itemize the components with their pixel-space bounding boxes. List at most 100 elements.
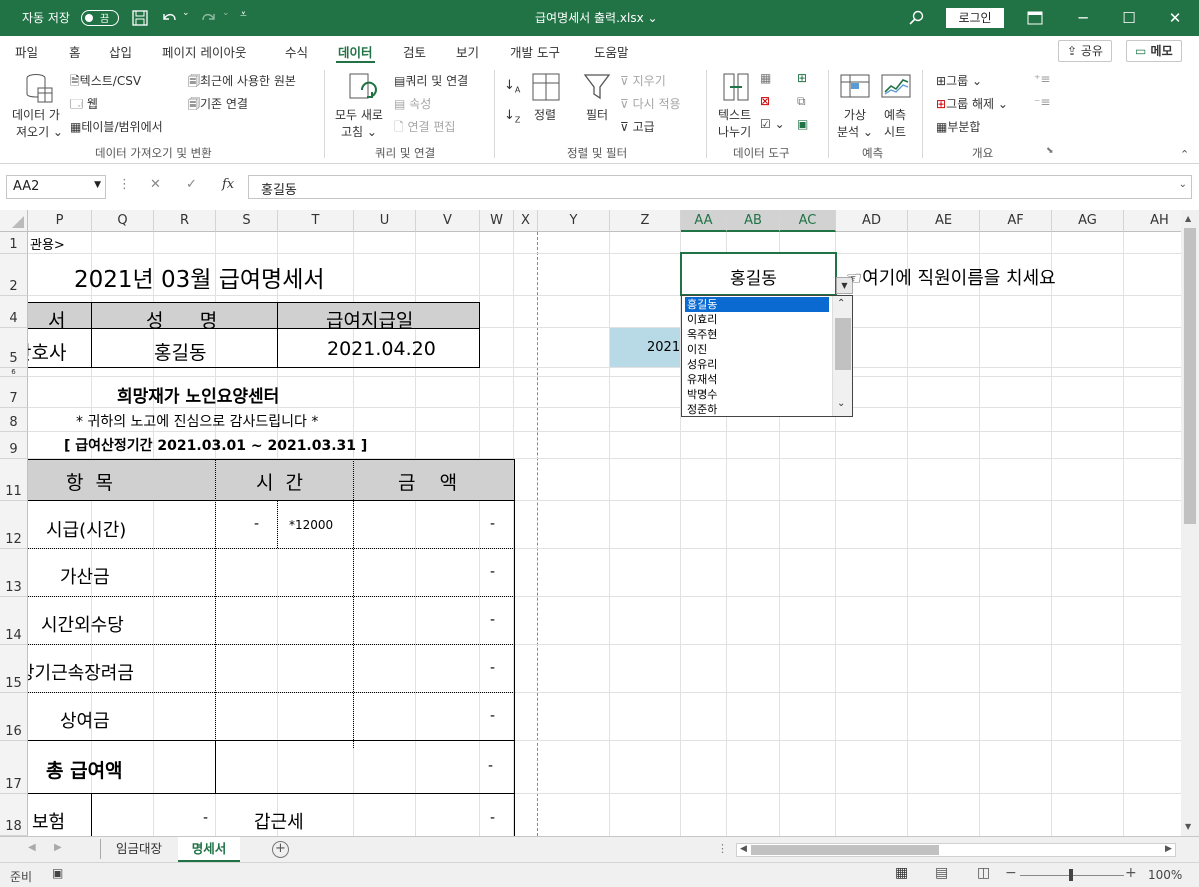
- row-header-14[interactable]: 14: [0, 597, 28, 645]
- dropdown-option[interactable]: 정준하: [685, 402, 829, 415]
- share-button[interactable]: ⇪ 공유: [1058, 40, 1112, 62]
- row-header-6[interactable]: 6: [0, 368, 28, 377]
- col-header-aa[interactable]: AA: [681, 210, 727, 232]
- scroll-down-icon[interactable]: ▼: [1185, 822, 1191, 831]
- select-all-corner[interactable]: [0, 210, 28, 232]
- col-header-x[interactable]: X: [514, 210, 538, 232]
- sort-asc-icon[interactable]: ↓A: [504, 78, 520, 95]
- from-web-button[interactable]: 🗔 웹: [70, 95, 98, 116]
- col-header-r[interactable]: R: [154, 210, 216, 232]
- col-header-z[interactable]: Z: [610, 210, 681, 232]
- scroll-thumb[interactable]: [835, 318, 851, 370]
- save-icon[interactable]: [132, 10, 148, 26]
- cell-p1[interactable]: 관용>: [30, 234, 65, 253]
- from-text-csv-button[interactable]: 🗎텍스트/CSV: [70, 72, 141, 93]
- tab-view[interactable]: 보기: [456, 42, 479, 61]
- sheet-tab-wage-ledger[interactable]: 임금대장: [104, 837, 174, 862]
- tab-formulas[interactable]: 수식: [285, 42, 308, 61]
- dropdown-option[interactable]: 이효리: [685, 312, 829, 327]
- scroll-down-icon[interactable]: ⌄: [837, 398, 845, 409]
- item-label[interactable]: 장기근속장려금: [28, 659, 134, 685]
- enter-icon[interactable]: ✓: [186, 177, 197, 192]
- autosave-toggle[interactable]: 끔: [81, 10, 119, 26]
- greeting-text[interactable]: * 귀하의 노고에 진심으로 감사드립니다 *: [76, 411, 318, 431]
- cell-z5[interactable]: 2021: [610, 328, 680, 367]
- filter-button[interactable]: 필터: [586, 106, 608, 123]
- item-label[interactable]: 상여금: [60, 707, 110, 733]
- prev-sheet-icon[interactable]: ◀: [28, 842, 36, 853]
- tab-home[interactable]: 홈: [69, 42, 81, 61]
- sort-button[interactable]: 정렬: [534, 106, 556, 123]
- search-icon[interactable]: [909, 10, 925, 26]
- col-header-u[interactable]: U: [354, 210, 416, 232]
- active-cell-aa2[interactable]: 홍길동: [680, 252, 837, 296]
- row-header-4[interactable]: 4: [0, 296, 28, 328]
- page-break-view-icon[interactable]: ◫: [977, 865, 990, 881]
- item-amount[interactable]: -: [490, 660, 495, 676]
- cancel-icon[interactable]: ✕: [150, 177, 161, 192]
- flash-fill-icon[interactable]: ▦: [760, 71, 771, 85]
- col-header-af[interactable]: AF: [980, 210, 1052, 232]
- dropdown-option[interactable]: 이진: [685, 342, 829, 357]
- item-amount[interactable]: -: [490, 708, 495, 724]
- col-header-t[interactable]: T: [278, 210, 354, 232]
- validation-dropdown-list[interactable]: 홍길동 이효리 옥주현 이진 성유리 유재석 박명수 정준하 ⌃ ⌄: [681, 295, 853, 417]
- add-sheet-icon[interactable]: +: [272, 841, 289, 858]
- login-button[interactable]: 로그인: [946, 8, 1004, 28]
- dialog-launcher-icon[interactable]: ⬊: [1046, 146, 1054, 156]
- close-icon[interactable]: ✕: [1152, 0, 1198, 36]
- tab-data[interactable]: 데이터: [336, 42, 375, 63]
- memo-button[interactable]: ▭ 메모: [1126, 40, 1182, 62]
- ungroup-button[interactable]: ⊞그룹 해제 ⌄: [936, 95, 1008, 112]
- col-amount-header[interactable]: 금 액: [398, 468, 457, 495]
- get-data-button[interactable]: 데이터 가 져오기 ⌄: [12, 106, 63, 140]
- company-name[interactable]: 희망재가 노인요양센터: [117, 382, 279, 407]
- refresh-all-button[interactable]: 모두 새로 고침 ⌄: [335, 106, 383, 140]
- vertical-scrollbar[interactable]: ▲ ▼: [1181, 210, 1199, 836]
- dropdown-option[interactable]: 성유리: [685, 357, 829, 372]
- sheet-tab-statement[interactable]: 명세서: [178, 837, 240, 862]
- clear-filter-button[interactable]: ⊽ 지우기: [620, 72, 666, 89]
- row-header-18[interactable]: 18: [0, 794, 28, 836]
- edit-links-button[interactable]: 🗋 연결 편집: [394, 118, 455, 139]
- dropdown-scrollbar[interactable]: ⌃ ⌄: [832, 296, 852, 416]
- undo-dropdown-icon[interactable]: ⌄: [182, 8, 190, 18]
- tab-developer[interactable]: 개발 도구: [510, 42, 560, 61]
- properties-button[interactable]: ▤ 속성: [394, 95, 431, 112]
- item-amount[interactable]: -: [490, 516, 495, 532]
- maximize-icon[interactable]: ☐: [1106, 0, 1152, 36]
- row-header-16[interactable]: 16: [0, 693, 28, 741]
- show-detail-icon[interactable]: ⁺≡: [1034, 72, 1050, 86]
- macro-record-icon[interactable]: ▣: [52, 866, 63, 880]
- worksheet-grid[interactable]: P Q R S T U V W X Y Z AA AB AC AD AE AF …: [0, 210, 1181, 836]
- group-button[interactable]: ⊞그룹 ⌄: [936, 72, 982, 89]
- from-table-button[interactable]: ▦테이블/범위에서: [70, 118, 163, 135]
- insurance-value[interactable]: -: [203, 810, 208, 826]
- formula-input[interactable]: 홍길동 ⌄: [248, 175, 1192, 199]
- col-header-ah[interactable]: AH: [1124, 210, 1181, 232]
- customize-qat-icon[interactable]: ⩡: [240, 7, 247, 22]
- total-pay-label[interactable]: 총 급여액: [46, 756, 123, 783]
- item-amount[interactable]: -: [490, 564, 495, 580]
- statement-title[interactable]: 2021년 03월 급여명세서: [74, 260, 325, 294]
- row-header-11[interactable]: 11: [0, 459, 28, 501]
- pay-period[interactable]: [ 급여산정기간 2021.03.01 ~ 2021.03.31 ]: [64, 435, 367, 455]
- row-header-8[interactable]: 8: [0, 408, 28, 432]
- expand-formula-icon[interactable]: ⌄: [1179, 179, 1187, 190]
- tab-file[interactable]: 파일: [15, 42, 38, 61]
- hide-detail-icon[interactable]: ⁻≡: [1034, 95, 1050, 109]
- paydate-header[interactable]: 급여지급일: [326, 306, 413, 333]
- tab-split-handle[interactable]: ⋮: [717, 842, 728, 855]
- horizontal-scrollbar[interactable]: ◀ ▶: [736, 843, 1176, 857]
- dropdown-option[interactable]: 홍길동: [685, 297, 829, 312]
- name-box[interactable]: AA2 ▼: [6, 175, 106, 199]
- row-header-13[interactable]: 13: [0, 549, 28, 597]
- redo-icon[interactable]: [200, 10, 218, 26]
- scroll-thumb[interactable]: [1184, 228, 1196, 524]
- row-header-9[interactable]: 9: [0, 432, 28, 459]
- col-header-ad[interactable]: AD: [836, 210, 908, 232]
- insurance-label[interactable]: 보험: [32, 808, 65, 834]
- redo-dropdown-icon[interactable]: ⌄: [222, 8, 230, 18]
- row-header-5[interactable]: 5: [0, 328, 28, 368]
- dept-cell[interactable]: 간호사: [28, 329, 91, 367]
